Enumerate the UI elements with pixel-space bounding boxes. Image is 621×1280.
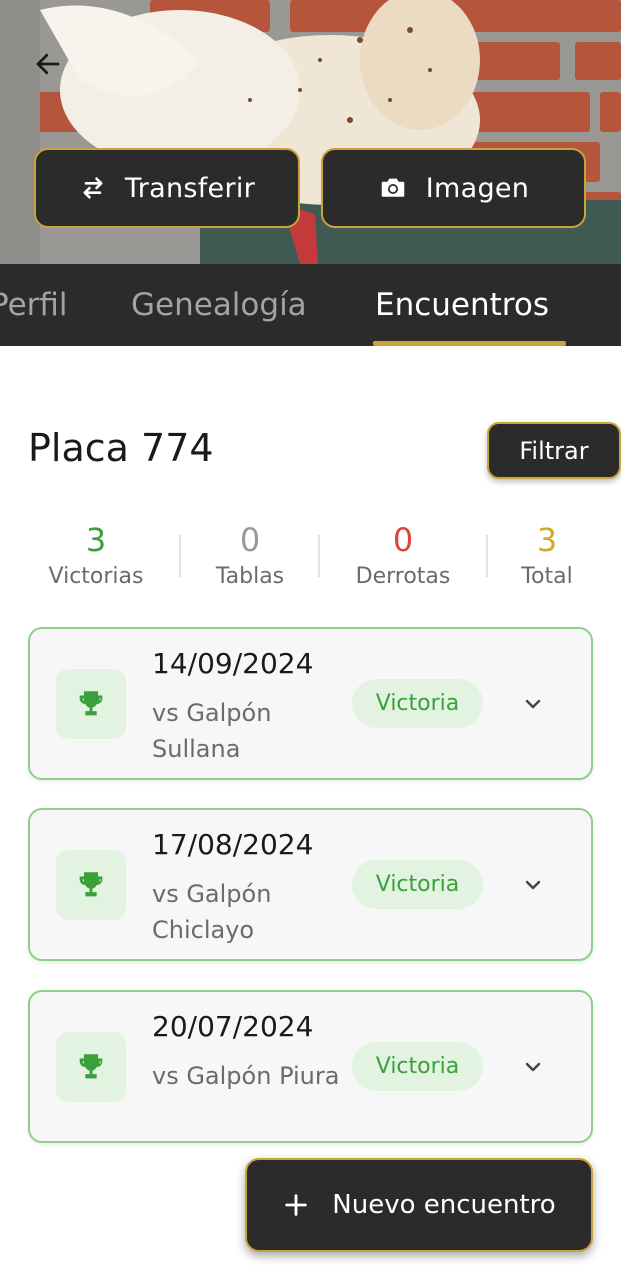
trophy-icon [79,872,103,897]
tab-perfil[interactable]: Perfil [0,264,68,346]
transfer-button[interactable]: Transferir [34,148,300,228]
transfer-button-label: Transferir [124,172,256,204]
trophy-badge [56,669,126,739]
stat-tablas: 0 Tablas [190,520,310,589]
stat-label: Tablas [215,564,285,589]
stat-label: Victorias [48,564,144,589]
stat-value: 0 [392,521,414,559]
new-encounter-button[interactable]: Nuevo encuentro [245,1158,593,1252]
image-button[interactable]: Imagen [321,148,586,228]
encounter-date: 14/09/2024 [152,647,314,680]
stat-value: 3 [85,521,107,559]
trophy-icon [79,691,103,716]
tab-bar: Perfil Genealogía Encuentros [0,264,621,346]
image-button-label: Imagen [425,172,530,204]
encounter-opponent: vs Galpón Sullana [152,699,272,763]
stat-total: 3 Total [505,520,589,589]
stat-victorias: 3 Victorias [30,520,162,589]
result-badge: Victoria [352,860,483,909]
expand-button[interactable] [518,870,548,900]
encounter-date: 17/08/2024 [152,828,314,861]
chevron-down-icon [525,880,541,890]
filter-button[interactable]: Filtrar [487,422,621,479]
chevron-down-icon [525,699,541,709]
stat-label: Derrotas [355,564,451,589]
stat-value: 3 [536,521,558,559]
trophy-icon [79,1054,103,1079]
encounter-card[interactable]: 17/08/2024 vs Galpón Chiclayo Victoria [28,808,593,961]
expand-button[interactable] [518,1052,548,1082]
result-badge: Victoria [352,679,483,728]
tab-encuentros[interactable]: Encuentros [375,264,549,346]
camera-icon [381,178,404,197]
expand-button[interactable] [518,689,548,719]
stat-value: 0 [239,521,261,559]
trophy-badge [56,850,126,920]
arrow-left-icon [36,53,60,75]
trophy-badge [56,1032,126,1102]
plus-icon [285,1194,308,1216]
result-badge: Victoria [352,1042,483,1091]
page-title: Placa 774 [28,426,214,470]
encounter-card[interactable]: 20/07/2024 vs Galpón Piura Victoria [28,990,593,1143]
tab-genealogia[interactable]: Genealogía [131,264,307,346]
swap-arrows-icon [83,177,103,199]
hero-photo: Transferir Imagen [0,0,621,264]
encounter-card[interactable]: 14/09/2024 vs Galpón Sullana Victoria [28,627,593,780]
active-tab-indicator [373,341,566,346]
stat-divider [179,535,181,577]
chevron-down-icon [525,1062,541,1072]
encounter-opponent: vs Galpón Chiclayo [152,880,272,944]
back-button[interactable] [28,44,68,84]
stat-label: Total [521,564,573,589]
encounter-date: 20/07/2024 [152,1010,314,1043]
encounter-opponent: vs Galpón Piura [152,1062,340,1090]
new-encounter-label: Nuevo encuentro [332,1190,556,1220]
stat-divider [318,535,320,577]
stat-divider [486,535,488,577]
stat-derrotas: 0 Derrotas [338,520,468,589]
